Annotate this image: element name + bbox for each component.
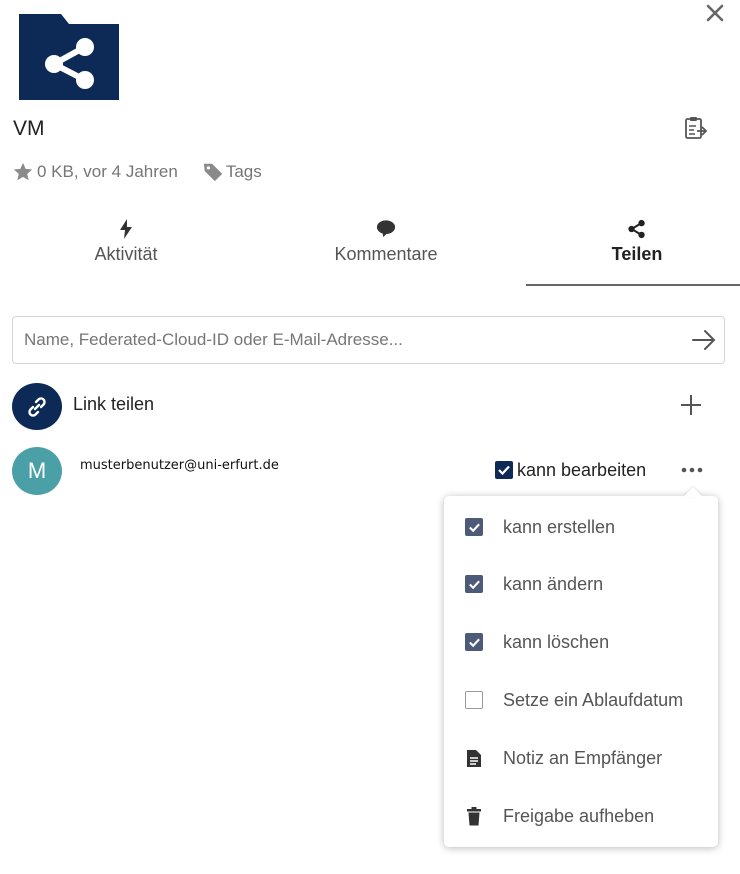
menu-item-expiration-date[interactable]: Setze ein Ablaufdatum xyxy=(444,671,718,729)
menu-item-can-delete[interactable]: kann löschen xyxy=(444,613,718,671)
copy-link-button[interactable] xyxy=(682,115,708,141)
note-icon xyxy=(464,748,484,768)
can-edit-checkbox[interactable]: kann bearbeiten xyxy=(495,459,646,481)
checkbox-checked-icon xyxy=(464,574,484,594)
popover-arrow xyxy=(683,487,703,497)
tab-activity[interactable]: Aktivität xyxy=(26,218,226,284)
close-icon xyxy=(706,4,724,22)
checkbox-checked-icon xyxy=(464,632,484,652)
plus-icon xyxy=(681,395,701,415)
file-meta: 0 KB, vor 4 Jahren Tags xyxy=(12,160,262,184)
share-icon xyxy=(628,219,645,239)
add-link-button[interactable] xyxy=(678,392,704,418)
checkbox-checked-icon xyxy=(464,517,484,537)
shared-folder-icon xyxy=(19,14,119,100)
tags-link[interactable]: Tags xyxy=(226,162,262,182)
menu-item-label: Notiz an Empfänger xyxy=(503,747,663,768)
tab-label: Aktivität xyxy=(94,244,158,264)
lightning-icon xyxy=(120,219,132,239)
menu-item-label: kann ändern xyxy=(503,573,604,594)
link-share-label: Link teilen xyxy=(73,394,155,414)
share-options-menu: kann erstellen kann ändern kann löschen … xyxy=(444,496,718,847)
arrow-right-icon xyxy=(692,330,716,350)
menu-item-label: Freigabe aufheben xyxy=(503,805,655,826)
close-button[interactable] xyxy=(700,0,730,26)
menu-item-note-to-recipient[interactable]: Notiz an Empfänger xyxy=(444,729,718,787)
tab-label: Teilen xyxy=(611,244,663,264)
menu-item-unshare[interactable]: Freigabe aufheben xyxy=(444,787,718,845)
search-submit-button[interactable] xyxy=(684,317,724,363)
menu-item-can-change[interactable]: kann ändern xyxy=(444,555,718,613)
tab-label: Kommentare xyxy=(334,244,438,264)
menu-item-label: kann erstellen xyxy=(503,516,616,537)
tab-comments[interactable]: Kommentare xyxy=(286,218,486,284)
ellipsis-icon xyxy=(681,467,703,473)
tag-icon xyxy=(203,163,222,182)
more-options-button[interactable] xyxy=(678,459,706,481)
size-time-text: 0 KB, vor 4 Jahren xyxy=(37,162,178,181)
active-tab-indicator xyxy=(526,284,740,286)
tab-share[interactable]: Teilen xyxy=(537,218,737,284)
checkbox-checked-icon xyxy=(495,461,513,479)
can-edit-label: kann bearbeiten xyxy=(517,459,647,480)
menu-item-label: kann löschen xyxy=(503,631,610,652)
menu-item-can-create[interactable]: kann erstellen xyxy=(444,498,718,556)
link-icon xyxy=(28,396,46,417)
star-icon[interactable] xyxy=(12,161,34,183)
share-search xyxy=(12,316,725,364)
trash-icon xyxy=(464,806,484,826)
comment-icon xyxy=(376,220,396,238)
file-name: VM xyxy=(13,117,45,140)
menu-item-label: Setze ein Ablaufdatum xyxy=(503,689,684,710)
share-search-input[interactable] xyxy=(13,317,684,363)
link-share-avatar xyxy=(12,383,62,430)
share-recipient-email: musterbenutzer@uni-erfurt.de xyxy=(80,458,279,473)
checkbox-unchecked-icon xyxy=(464,690,484,710)
avatar: M xyxy=(12,447,62,495)
clipboard-icon xyxy=(685,117,708,139)
